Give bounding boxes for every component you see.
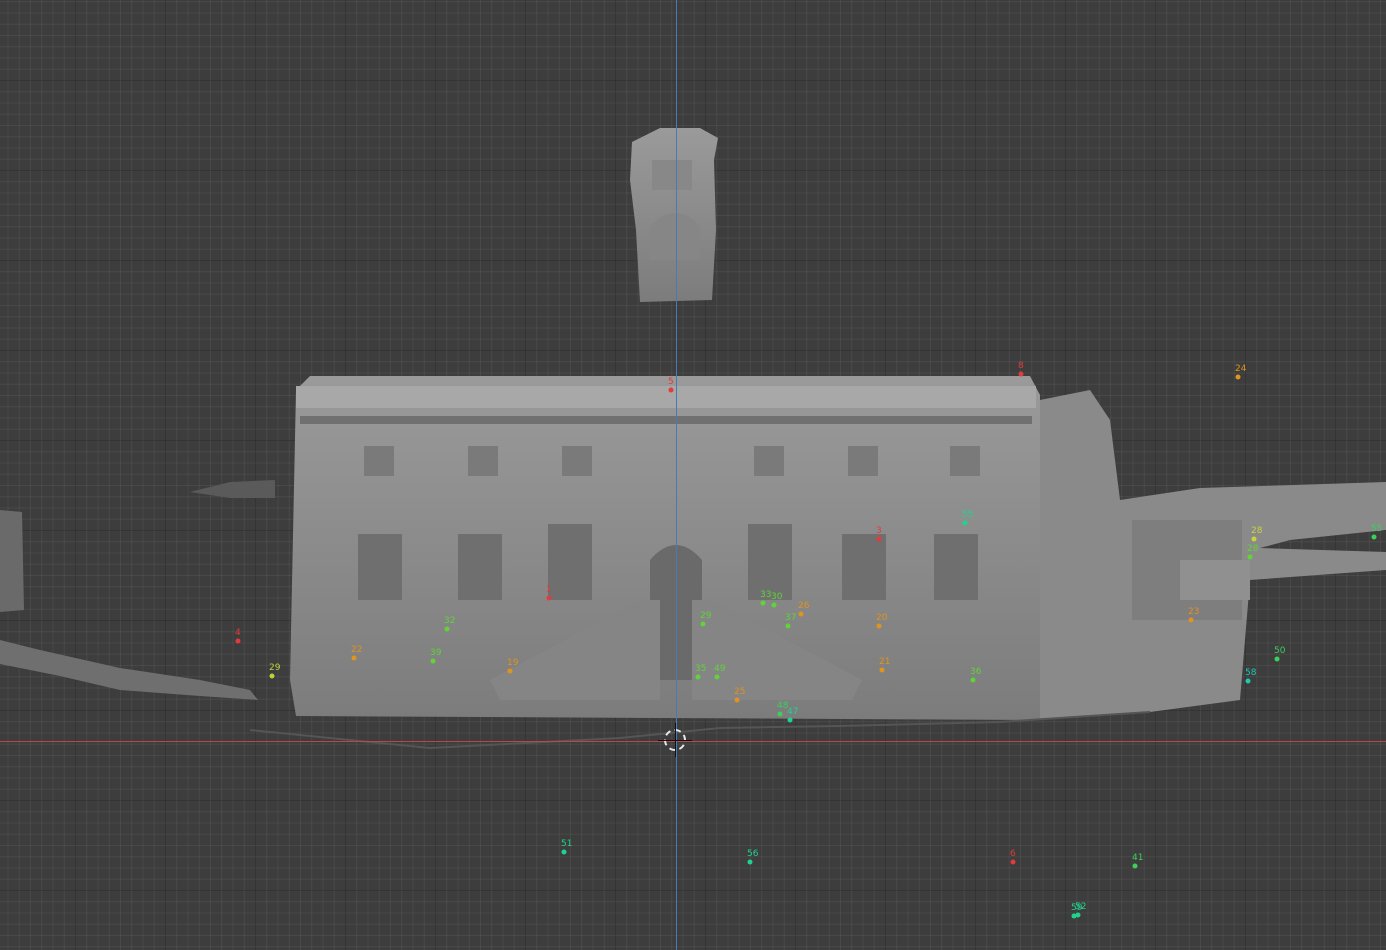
tracking-marker-dot[interactable] — [1245, 678, 1251, 684]
tracking-marker-label: 3 — [876, 526, 882, 536]
tracking-marker-dot[interactable] — [561, 849, 567, 855]
tracking-marker-label: 36 — [970, 667, 982, 677]
tracking-marker-label: 22 — [351, 645, 363, 655]
tracking-marker-label: 8 — [1018, 361, 1024, 371]
tracking-marker-dot[interactable] — [785, 623, 791, 629]
tracking-marker-dot[interactable] — [1132, 863, 1138, 869]
tracking-marker-label: 19 — [507, 658, 519, 668]
tracking-marker-label: 32 — [444, 616, 456, 626]
tracking-marker-dot[interactable] — [507, 668, 513, 674]
tracking-marker-label: 21 — [879, 657, 891, 667]
tracking-marker-dot[interactable] — [1235, 374, 1241, 380]
tracking-marker-dot[interactable] — [430, 658, 436, 664]
3d-cursor-icon[interactable] — [658, 723, 692, 757]
tracking-marker-dot[interactable] — [1018, 371, 1024, 377]
x-axis-line — [0, 741, 1386, 742]
tracking-marker-label: 30 — [771, 592, 783, 602]
tracking-marker-label: 35 — [695, 664, 707, 674]
tracking-marker-dot[interactable] — [970, 677, 976, 683]
tracking-marker-dot[interactable] — [876, 536, 882, 542]
z-axis-line — [676, 0, 677, 950]
tracking-marker-dot[interactable] — [1371, 534, 1377, 540]
tracking-marker-label: 55 — [1371, 524, 1383, 534]
tracking-marker-label: 29 — [700, 611, 712, 621]
tracking-marker-dot[interactable] — [734, 697, 740, 703]
tracking-marker-dot[interactable] — [668, 387, 674, 393]
tracking-marker-label: 28 — [1247, 544, 1259, 554]
tracking-marker-label: 56 — [747, 849, 759, 859]
tracking-marker-dot[interactable] — [700, 621, 706, 627]
tracking-marker-dot[interactable] — [876, 623, 882, 629]
tracking-marker-label: 51 — [561, 839, 573, 849]
tracking-marker-dot[interactable] — [1071, 913, 1077, 919]
tracking-marker-dot[interactable] — [1188, 617, 1194, 623]
tracking-marker-label: 29 — [269, 663, 281, 673]
tracking-marker-dot[interactable] — [351, 655, 357, 661]
tracking-marker-dot[interactable] — [879, 667, 885, 673]
tracking-marker-label: 25 — [734, 687, 746, 697]
tracking-marker-label: 33 — [760, 590, 772, 600]
tracking-marker-label: 59 — [1071, 903, 1083, 913]
tracking-marker-label: 24 — [1235, 364, 1247, 374]
mesh-left-fragment — [0, 640, 258, 700]
tracking-marker-label: 28 — [1251, 526, 1263, 536]
tracking-marker-dot[interactable] — [444, 626, 450, 632]
tracking-marker-dot[interactable] — [747, 859, 753, 865]
tracking-marker-label: 39 — [430, 648, 442, 658]
tracking-marker-dot[interactable] — [787, 717, 793, 723]
tracking-marker-dot[interactable] — [798, 611, 804, 617]
tracking-marker-label: 47 — [787, 707, 799, 717]
tracking-marker-dot[interactable] — [714, 674, 720, 680]
tracking-marker-dot[interactable] — [1247, 554, 1253, 560]
tracking-marker-label: 50 — [1274, 646, 1286, 656]
tracking-marker-label: 4 — [235, 628, 241, 638]
tracking-marker-dot[interactable] — [1274, 656, 1280, 662]
tracking-marker-dot[interactable] — [962, 520, 968, 526]
tracking-marker-label: 26 — [798, 601, 810, 611]
tracking-marker-dot[interactable] — [1010, 859, 1016, 865]
tracking-marker-dot[interactable] — [1251, 536, 1257, 542]
tracking-marker-dot[interactable] — [760, 600, 766, 606]
tracking-marker-dot[interactable] — [771, 602, 777, 608]
tracking-marker-label: 41 — [1132, 853, 1144, 863]
tracking-marker-label: 20 — [876, 613, 888, 623]
tracking-marker-dot[interactable] — [269, 673, 275, 679]
mesh-left-edge — [0, 510, 24, 612]
tracking-marker-label: 58 — [1245, 668, 1257, 678]
tracking-marker-label: 55 — [962, 510, 974, 520]
tracking-marker-label: 1 — [546, 585, 552, 595]
tracking-marker-dot[interactable] — [777, 711, 783, 717]
tracking-marker-dot[interactable] — [235, 638, 241, 644]
tracking-marker-label: 6 — [1010, 849, 1016, 859]
tracking-marker-label: 37 — [785, 613, 797, 623]
building-mesh — [0, 128, 1386, 750]
tracking-marker-label: 23 — [1188, 607, 1200, 617]
tracking-marker-label: 5 — [668, 377, 674, 387]
tracking-marker-dot[interactable] — [546, 595, 552, 601]
tracking-marker-dot[interactable] — [695, 674, 701, 680]
3d-viewport[interactable]: 24 8 55 28 55 4 1 29 22 32 39 19 35 49 29 33 30 26 37 20 21 2… — [0, 0, 1386, 950]
tracking-marker-label: 49 — [714, 664, 726, 674]
